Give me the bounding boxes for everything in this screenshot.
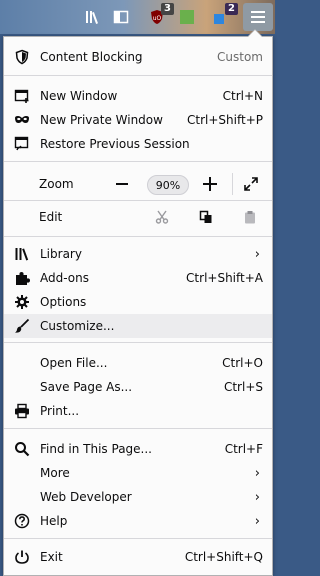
chevron-right-icon: › bbox=[254, 513, 260, 529]
browser-toolbar: uO 3 2 bbox=[0, 0, 275, 34]
menu-item-help[interactable]: Help › bbox=[4, 509, 272, 533]
edit-label: Edit bbox=[39, 210, 63, 224]
reader-sidebar-icon[interactable] bbox=[110, 6, 132, 28]
search-icon bbox=[4, 441, 40, 457]
exit-label: Exit bbox=[40, 550, 63, 564]
separator bbox=[4, 75, 272, 76]
options-label: Options bbox=[40, 295, 87, 309]
library-icon bbox=[4, 246, 40, 262]
power-icon bbox=[4, 549, 40, 565]
chevron-right-icon: › bbox=[254, 465, 260, 481]
separator bbox=[4, 342, 272, 343]
extension-green-icon[interactable] bbox=[176, 6, 198, 28]
menu-item-more[interactable]: More › bbox=[4, 461, 272, 485]
menu-item-exit[interactable]: Exit Ctrl+Shift+Q bbox=[4, 545, 272, 569]
library-icon[interactable] bbox=[82, 6, 104, 28]
ublock-badge: 3 bbox=[161, 3, 174, 15]
printer-icon bbox=[4, 403, 40, 419]
restore-session-icon bbox=[4, 136, 40, 152]
menu-item-open-file[interactable]: Open File... Ctrl+O bbox=[4, 351, 272, 375]
zoom-reset-button[interactable]: 90% bbox=[147, 175, 189, 195]
new-private-window-shortcut: Ctrl+Shift+P bbox=[187, 113, 263, 127]
zoom-controls: Zoom 90% bbox=[4, 168, 272, 200]
menu-item-content-blocking[interactable]: Content Blocking Custom bbox=[4, 45, 272, 69]
new-private-window-label: New Private Window bbox=[40, 113, 163, 127]
chevron-right-icon: › bbox=[254, 246, 260, 262]
menu-item-new-private-window[interactable]: New Private Window Ctrl+Shift+P bbox=[4, 108, 272, 132]
zoom-out-button[interactable] bbox=[112, 174, 132, 194]
shield-icon bbox=[4, 49, 40, 65]
content-blocking-status: Custom bbox=[217, 50, 263, 64]
paintbrush-icon bbox=[4, 318, 40, 334]
separator bbox=[4, 538, 272, 539]
gear-icon bbox=[4, 294, 40, 310]
fullscreen-icon bbox=[244, 177, 258, 191]
menu-item-print[interactable]: Print... bbox=[4, 399, 272, 423]
open-file-shortcut: Ctrl+O bbox=[222, 356, 263, 370]
web-developer-label: Web Developer bbox=[40, 490, 132, 504]
chevron-right-icon: › bbox=[254, 489, 260, 505]
exit-shortcut: Ctrl+Shift+Q bbox=[184, 550, 263, 564]
extension-badge: 2 bbox=[225, 3, 238, 15]
copy-icon bbox=[199, 210, 212, 223]
menu-item-restore-session[interactable]: Restore Previous Session bbox=[4, 132, 272, 156]
find-label: Find in This Page... bbox=[40, 442, 152, 456]
help-label: Help bbox=[40, 514, 68, 528]
print-label: Print... bbox=[40, 404, 80, 418]
addons-shortcut: Ctrl+Shift+A bbox=[186, 271, 263, 285]
library-label: Library bbox=[40, 247, 82, 261]
cut-button[interactable] bbox=[152, 207, 172, 227]
panel-arrow bbox=[247, 29, 263, 37]
menu-item-options[interactable]: Options bbox=[4, 290, 272, 314]
svg-text:uO: uO bbox=[153, 15, 162, 22]
zoom-in-button[interactable] bbox=[200, 174, 220, 194]
restore-session-label: Restore Previous Session bbox=[40, 137, 190, 151]
content-blocking-label: Content Blocking bbox=[40, 50, 143, 64]
menu-item-addons[interactable]: Add-ons Ctrl+Shift+A bbox=[4, 266, 272, 290]
separator bbox=[4, 428, 272, 429]
menu-item-customize[interactable]: Customize... bbox=[4, 314, 272, 338]
plus-icon bbox=[203, 177, 217, 191]
separator bbox=[4, 200, 272, 201]
menu-item-save-page[interactable]: Save Page As... Ctrl+S bbox=[4, 375, 272, 399]
save-page-label: Save Page As... bbox=[40, 380, 133, 394]
new-window-shortcut: Ctrl+N bbox=[222, 89, 263, 103]
separator bbox=[4, 236, 272, 237]
addons-label: Add-ons bbox=[40, 271, 89, 285]
menu-item-web-developer[interactable]: Web Developer › bbox=[4, 485, 272, 509]
copy-button[interactable] bbox=[196, 207, 216, 227]
zoom-label: Zoom bbox=[39, 177, 74, 191]
hamburger-icon bbox=[251, 11, 265, 23]
menu-item-find[interactable]: Find in This Page... Ctrl+F bbox=[4, 437, 272, 461]
find-shortcut: Ctrl+F bbox=[224, 442, 263, 456]
private-browsing-mask-icon bbox=[4, 112, 40, 128]
puzzle-piece-icon bbox=[4, 270, 40, 286]
clipboard-icon bbox=[245, 211, 255, 224]
more-label: More bbox=[40, 466, 70, 480]
extension-blue-icon[interactable]: 2 bbox=[210, 3, 238, 28]
new-window-icon bbox=[4, 88, 40, 104]
save-page-shortcut: Ctrl+S bbox=[223, 380, 263, 394]
help-icon bbox=[4, 513, 40, 529]
main-menu-panel: Content Blocking Custom New Window Ctrl+… bbox=[3, 29, 273, 576]
separator bbox=[4, 161, 272, 162]
hamburger-menu-button[interactable] bbox=[243, 3, 273, 31]
minus-icon bbox=[116, 183, 128, 185]
open-file-label: Open File... bbox=[40, 356, 108, 370]
new-window-label: New Window bbox=[40, 89, 118, 103]
zoom-divider bbox=[232, 173, 233, 195]
ublock-origin-icon[interactable]: uO 3 bbox=[146, 3, 174, 28]
scissors-icon bbox=[155, 210, 169, 224]
paste-button[interactable] bbox=[240, 207, 260, 227]
menu-item-new-window[interactable]: New Window Ctrl+N bbox=[4, 84, 272, 108]
menu-item-library[interactable]: Library › bbox=[4, 242, 272, 266]
fullscreen-button[interactable] bbox=[241, 174, 261, 194]
customize-label: Customize... bbox=[40, 319, 115, 333]
edit-controls: Edit bbox=[4, 205, 272, 229]
